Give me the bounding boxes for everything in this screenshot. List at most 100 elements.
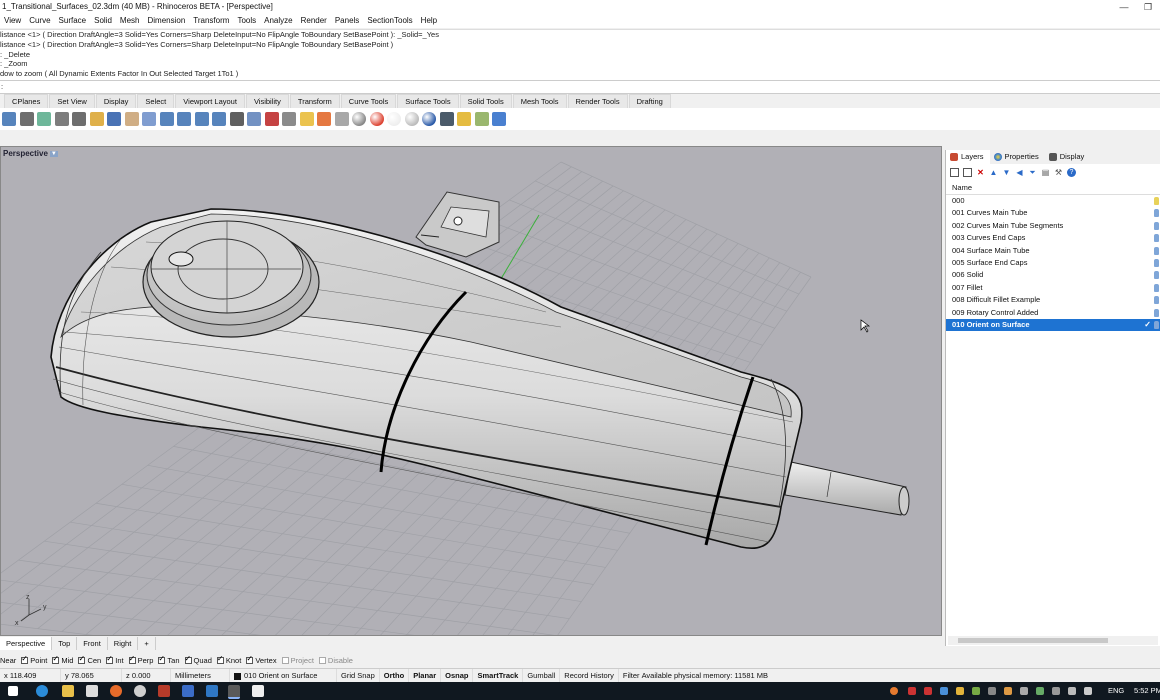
print-icon[interactable]	[19, 112, 34, 126]
viewport-menu-arrow-icon[interactable]: ▼	[49, 150, 58, 157]
save-icon[interactable]	[2, 112, 16, 126]
move-view-icon[interactable]	[142, 112, 156, 126]
tools-icon[interactable]: ⚒	[1054, 168, 1063, 177]
osnap-int[interactable]: Int	[106, 654, 124, 665]
osnap-point[interactable]: Point	[21, 654, 47, 665]
clock[interactable]: 5:52 PM	[1134, 686, 1160, 695]
layer-row[interactable]: 008 Difficult Fillet Example	[946, 294, 1160, 306]
zoom-selected-icon[interactable]	[212, 112, 226, 126]
osnap-checkbox[interactable]	[128, 654, 136, 664]
firefox-icon[interactable]	[110, 685, 122, 697]
tray-icon-11[interactable]	[1052, 687, 1060, 695]
osnap-checkbox[interactable]	[158, 654, 166, 664]
filter-toggle[interactable]: Filter	[619, 669, 642, 682]
viewport-canvas[interactable]: z y x	[1, 147, 942, 636]
toolbar-tab-curve-tools[interactable]: Curve Tools	[340, 94, 397, 108]
osnap-near[interactable]: Near	[0, 656, 16, 665]
osnap-perp[interactable]: Perp	[128, 654, 153, 665]
named-view-icon[interactable]	[282, 112, 296, 126]
osnap-checkbox[interactable]	[78, 654, 86, 664]
toolbar-tab-visibility[interactable]: Visibility	[245, 94, 289, 108]
layer-visibility-bulb-icon[interactable]	[1154, 296, 1159, 305]
menu-item-surface[interactable]: Surface	[55, 14, 91, 28]
scrollbar-thumb[interactable]	[958, 638, 1108, 643]
layer-icon[interactable]	[299, 112, 314, 126]
tab-properties[interactable]: Properties	[990, 150, 1045, 164]
layer-visibility-bulb-icon[interactable]	[1154, 234, 1159, 243]
layer-visibility-bulb-icon[interactable]	[1154, 283, 1159, 292]
tab-display[interactable]: Display	[1045, 150, 1091, 164]
menu-item-panels[interactable]: Panels	[331, 14, 363, 28]
rhino-taskbar-icon[interactable]	[228, 685, 240, 699]
osnap-checkbox[interactable]	[281, 657, 289, 664]
menu-item-sectiontools[interactable]: SectionTools	[363, 14, 416, 28]
zoom-dynamic-icon[interactable]	[177, 112, 191, 126]
add-viewport-tab-button[interactable]: +	[138, 637, 156, 650]
rendered-icon[interactable]	[422, 112, 436, 126]
start-icon[interactable]	[8, 686, 18, 696]
app-icon-1[interactable]	[158, 685, 170, 697]
osnap-quad[interactable]: Quad	[184, 654, 212, 665]
layer-visibility-bulb-icon[interactable]	[1154, 209, 1159, 218]
toolbar-tab-mesh-tools[interactable]: Mesh Tools	[512, 94, 567, 108]
cut-icon[interactable]	[54, 112, 69, 126]
grid-snap-toggle[interactable]: Grid Snap	[337, 669, 380, 682]
osnap-cen[interactable]: Cen	[78, 654, 101, 665]
layer-visibility-bulb-icon[interactable]	[1154, 221, 1159, 230]
gumball-toggle[interactable]: Gumball	[523, 669, 561, 682]
minimize-button[interactable]: —	[1112, 0, 1136, 14]
viewport-tab-right[interactable]: Right	[108, 637, 139, 650]
app-icon-4[interactable]	[252, 685, 264, 697]
render-icon[interactable]	[439, 112, 454, 126]
record-history-toggle[interactable]: Record History	[560, 669, 619, 682]
import-icon[interactable]	[37, 112, 51, 126]
perspective-viewport[interactable]: z y x Perspective ▼	[0, 146, 942, 636]
viewport-tab-top[interactable]: Top	[52, 637, 78, 650]
cplane-icon[interactable]	[264, 112, 279, 126]
layer-visibility-bulb-icon[interactable]	[1154, 308, 1159, 317]
tray-icon-4[interactable]	[940, 687, 948, 695]
toolbar-tab-drafting[interactable]: Drafting	[628, 94, 671, 108]
menu-item-help[interactable]: Help	[417, 14, 441, 28]
four-viewports-icon[interactable]	[247, 112, 261, 126]
toolbar-tab-select[interactable]: Select	[137, 94, 175, 108]
layer-row[interactable]: 005 Surface End Caps	[946, 257, 1160, 269]
lock-icon[interactable]	[352, 112, 366, 126]
layer-visibility-bulb-icon[interactable]	[1154, 271, 1159, 280]
undo-icon[interactable]	[107, 112, 121, 126]
menu-item-tools[interactable]: Tools	[233, 14, 260, 28]
layer-visibility-bulb-icon[interactable]	[1154, 258, 1159, 267]
toolbar-tab-transform[interactable]: Transform	[289, 94, 340, 108]
layer-row[interactable]: 000	[946, 195, 1160, 207]
layer-row[interactable]: 010 Orient on Surface ✓	[946, 318, 1160, 332]
smarttrack-toggle[interactable]: SmartTrack	[473, 669, 524, 682]
properties-icon[interactable]	[317, 112, 331, 126]
layer-row[interactable]: 003 Curves End Caps	[946, 232, 1160, 244]
menu-item-dimension[interactable]: Dimension	[143, 14, 189, 28]
layer-settings-icon[interactable]: ▤	[1041, 168, 1050, 177]
pan-hand-icon[interactable]	[124, 112, 139, 126]
help-icon[interactable]	[492, 112, 506, 126]
osnap-mid[interactable]: Mid	[52, 654, 73, 665]
volume-icon[interactable]	[1084, 687, 1092, 695]
delete-layer-icon[interactable]: ✕	[976, 168, 985, 177]
menu-item-mesh[interactable]: Mesh	[116, 14, 144, 28]
move-down-icon[interactable]: ▼	[1002, 168, 1011, 177]
osnap-tan[interactable]: Tan	[158, 654, 180, 665]
layer-row[interactable]: 004 Surface Main Tube	[946, 245, 1160, 257]
osnap-checkbox[interactable]	[106, 654, 114, 664]
wireframe-icon[interactable]	[387, 112, 401, 126]
menu-item-transform[interactable]: Transform	[189, 14, 233, 28]
edge-browser-icon[interactable]	[36, 685, 48, 697]
layer-visibility-bulb-icon[interactable]	[1154, 320, 1159, 329]
toolbar-tab-cplanes[interactable]: CPlanes	[4, 94, 49, 108]
viewport-title[interactable]: Perspective ▼	[3, 149, 58, 158]
layer-visibility-bulb-icon[interactable]	[1154, 246, 1159, 255]
layer-row[interactable]: 009 Rotary Control Added	[946, 307, 1160, 319]
light-icon[interactable]	[334, 112, 349, 126]
menu-item-solid[interactable]: Solid	[90, 14, 116, 28]
zoom-extents-icon[interactable]	[194, 112, 209, 126]
file-explorer-icon[interactable]	[62, 685, 74, 697]
toolbar-tab-solid-tools[interactable]: Solid Tools	[459, 94, 512, 108]
help-icon[interactable]: ?	[1067, 167, 1076, 177]
